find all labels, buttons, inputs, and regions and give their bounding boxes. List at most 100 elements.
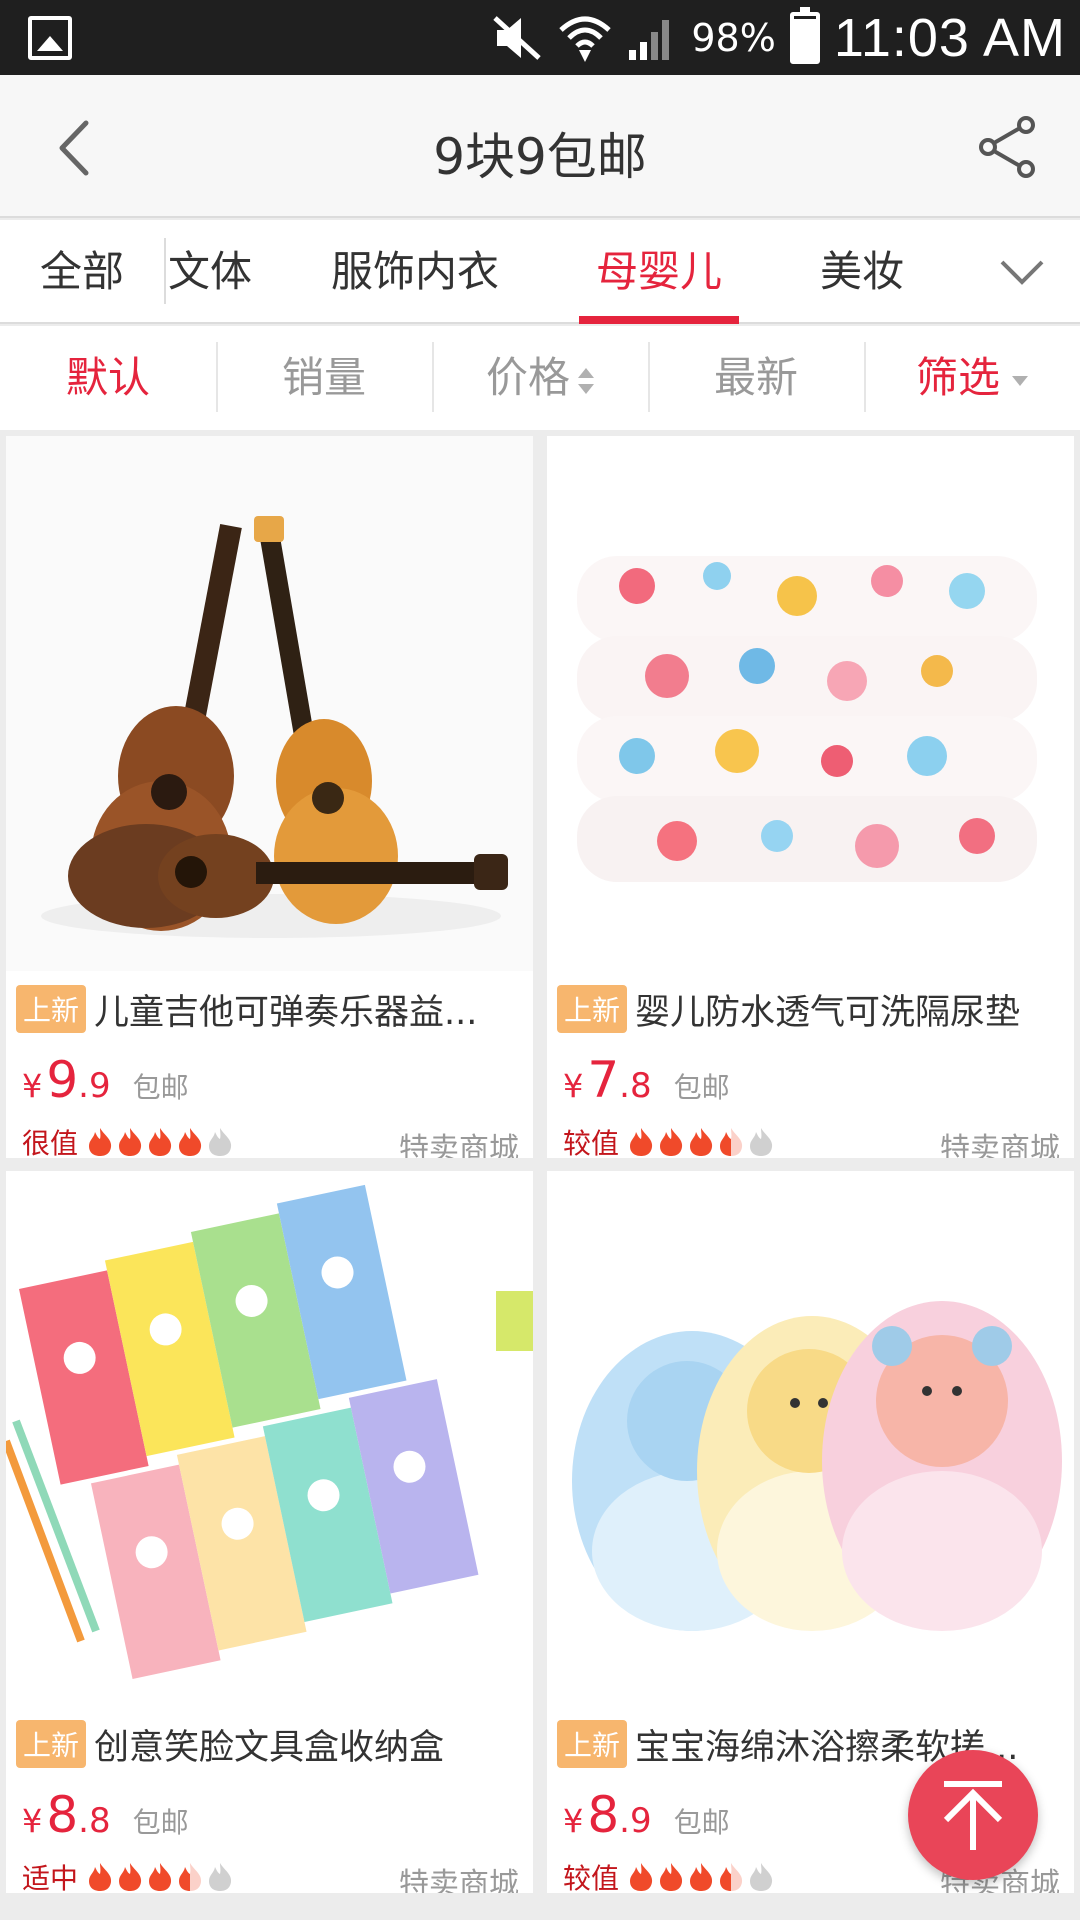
price-decimal: .8 — [619, 1066, 652, 1106]
currency-symbol: ¥ — [22, 1067, 43, 1105]
product-card[interactable]: 上新 婴儿防水透气可洗隔尿垫 ¥ 7 .8 包邮 较值 特卖商城 — [547, 436, 1074, 1158]
value-label: 适中 — [22, 1862, 79, 1893]
flame-icon — [119, 1863, 142, 1891]
baby-pad-image — [547, 436, 1074, 971]
flame-icon — [660, 1863, 683, 1891]
currency-symbol: ¥ — [563, 1802, 584, 1840]
share-button[interactable] — [976, 115, 1040, 179]
flame-icon — [149, 1128, 172, 1156]
flame-icon — [690, 1128, 713, 1156]
flame-icon — [209, 1128, 232, 1156]
value-rating: 较值 — [563, 1854, 775, 1893]
sort-bar: 默认 销量 价格 最新 筛选 — [0, 326, 1080, 430]
sort-filter-label: 筛选 — [915, 353, 1000, 402]
chevron-down-icon[interactable] — [1000, 250, 1044, 294]
flame-icon — [89, 1863, 112, 1891]
flame-rating — [627, 1862, 775, 1892]
flame-icon — [690, 1863, 713, 1891]
ukulele-image — [6, 436, 533, 971]
sort-default[interactable]: 默认 — [0, 326, 216, 430]
price-decimal: .9 — [78, 1066, 111, 1106]
sort-newest[interactable]: 最新 — [648, 326, 864, 430]
wifi-icon — [559, 16, 612, 62]
product-title: 儿童吉他可弹奏乐器益... — [94, 992, 478, 1033]
product-image[interactable] — [6, 436, 533, 971]
price: ¥ 7 .8 包邮 — [563, 1051, 730, 1111]
status-bar: 98% 11:03 AM — [0, 0, 1080, 75]
flame-icon — [750, 1128, 773, 1156]
flame-icon — [119, 1128, 142, 1156]
product-title-row: 上新 婴儿防水透气可洗隔尿垫 — [557, 983, 1064, 1035]
free-shipping-label: 包邮 — [132, 1071, 189, 1104]
price-decimal: .9 — [619, 1801, 652, 1841]
arrow-up-icon — [943, 1781, 1003, 1850]
battery-icon — [789, 6, 820, 64]
app-header: 9块9包邮 — [0, 75, 1080, 218]
flame-icon — [750, 1863, 773, 1891]
value-label: 较值 — [563, 1862, 620, 1893]
flame-icon — [179, 1862, 205, 1892]
new-badge: 上新 — [16, 1720, 87, 1768]
sort-filter[interactable]: 筛选 — [864, 326, 1080, 430]
flame-icon — [209, 1863, 232, 1891]
sort-updown-icon — [578, 366, 594, 396]
sort-price[interactable]: 价格 — [432, 326, 648, 430]
product-title: 婴儿防水透气可洗隔尿垫 — [635, 992, 1021, 1033]
sort-price-label: 价格 — [485, 353, 570, 402]
store-name: 特卖商城 — [399, 1867, 519, 1893]
tab-mother-baby[interactable]: 母婴儿童 — [579, 220, 739, 400]
free-shipping-label: 包邮 — [132, 1806, 189, 1839]
free-shipping-label: 包邮 — [673, 1806, 730, 1839]
value-rating: 很值 — [22, 1119, 234, 1158]
flame-rating — [627, 1127, 775, 1157]
product-card[interactable]: 上新 创意笑脸文具盒收纳盒 ¥ 8 .8 包邮 适中 特卖商城 — [6, 1171, 533, 1893]
tab-apparel[interactable]: 服饰内衣 — [310, 220, 520, 324]
price-integer: 8 — [587, 1786, 620, 1844]
pencil-box-image — [6, 1171, 533, 1706]
price-integer: 7 — [587, 1051, 620, 1109]
product-image[interactable] — [547, 436, 1074, 971]
value-rating: 较值 — [563, 1119, 775, 1158]
tab-all[interactable]: 全部 — [22, 220, 142, 324]
sort-default-label: 默认 — [65, 353, 150, 402]
new-badge: 上新 — [557, 1720, 628, 1768]
new-badge: 上新 — [16, 985, 87, 1033]
value-label: 很值 — [22, 1127, 79, 1158]
category-tabs: 全部 文体 服饰内衣 母婴儿童 美妆 — [0, 220, 1080, 400]
product-image[interactable] — [6, 1171, 533, 1706]
free-shipping-label: 包邮 — [673, 1071, 730, 1104]
product-card[interactable]: 上新 儿童吉他可弹奏乐器益... ¥ 9 .9 包邮 很值 特卖商城 — [6, 436, 533, 1158]
currency-symbol: ¥ — [563, 1067, 584, 1105]
bath-sponge-image — [547, 1171, 1074, 1706]
product-title-row: 上新 儿童吉他可弹奏乐器益... — [16, 983, 523, 1035]
sort-sales[interactable]: 销量 — [216, 326, 432, 430]
product-image[interactable] — [547, 1171, 1074, 1706]
sort-newest-label: 最新 — [713, 353, 798, 402]
signal-icon — [629, 19, 670, 60]
price-integer: 8 — [46, 1786, 79, 1844]
price-decimal: .8 — [78, 1801, 111, 1841]
flame-icon — [720, 1127, 746, 1157]
store-name: 特卖商城 — [399, 1132, 519, 1158]
price-integer: 9 — [46, 1051, 79, 1109]
tab-beauty[interactable]: 美妆 — [802, 220, 922, 324]
back-to-top-button[interactable] — [908, 1750, 1038, 1880]
clock: 11:03 AM — [833, 7, 1066, 68]
flame-icon — [149, 1863, 172, 1891]
page-title: 9块9包邮 — [433, 128, 647, 186]
flame-icon — [630, 1863, 653, 1891]
flame-rating — [86, 1127, 234, 1157]
flame-icon — [179, 1128, 202, 1156]
price: ¥ 8 .8 包邮 — [22, 1786, 189, 1846]
product-title-row: 上新 创意笑脸文具盒收纳盒 — [16, 1718, 523, 1770]
mute-icon — [493, 15, 542, 60]
store-name: 特卖商城 — [940, 1132, 1060, 1158]
flame-icon — [720, 1862, 746, 1892]
gallery-icon — [28, 16, 72, 60]
new-badge: 上新 — [557, 985, 628, 1033]
flame-icon — [89, 1128, 112, 1156]
sort-sales-label: 销量 — [281, 353, 366, 402]
currency-symbol: ¥ — [22, 1802, 43, 1840]
tab-stationery-sports[interactable]: 文体 — [150, 220, 270, 324]
flame-icon — [660, 1128, 683, 1156]
